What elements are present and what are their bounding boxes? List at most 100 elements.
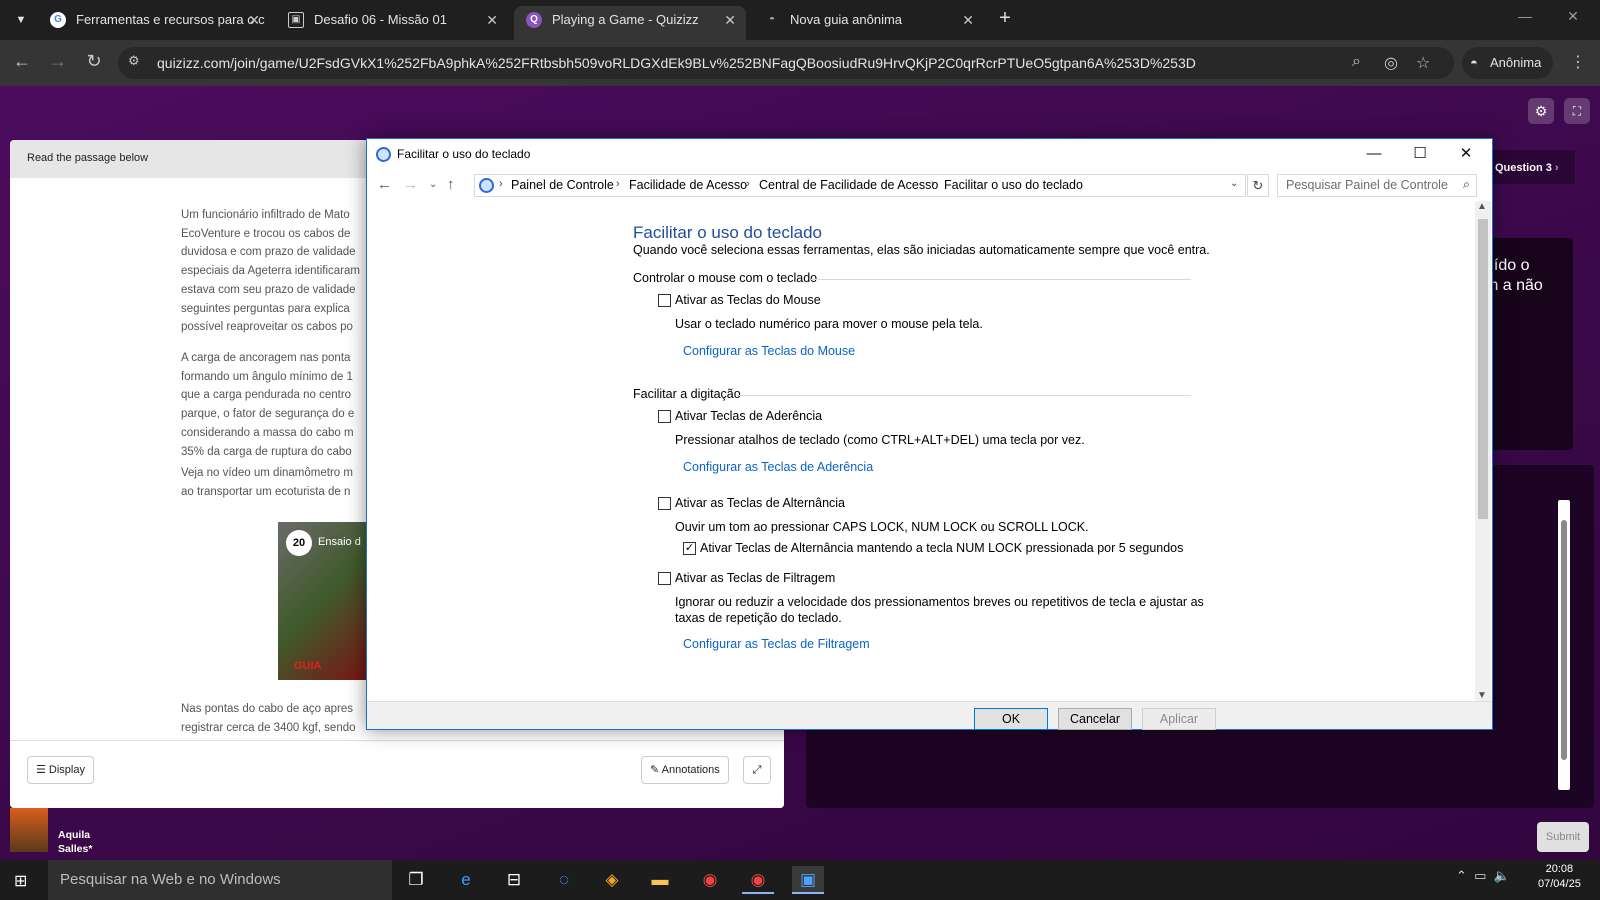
control-panel-icon[interactable]: ▣: [792, 866, 824, 894]
filter-keys-desc: Ignorar ou reduzir a velocidade dos pres…: [675, 595, 1204, 625]
toggle-keys-desc: Ouvir um tom ao pressionar CAPS LOCK, NU…: [675, 520, 1089, 534]
toggle-numlock-checkbox[interactable]: ✓ Ativar Teclas de Alternância mantendo a…: [683, 541, 1183, 555]
apply-button[interactable]: Aplicar: [1142, 708, 1216, 730]
tab-desafio[interactable]: ▣ Desafio 06 - Missão 01 ✕: [276, 6, 508, 40]
checkbox-box: [658, 294, 671, 307]
brave-icon[interactable]: ◈: [596, 866, 628, 894]
dialog-titlebar: Facilitar o uso do teclado — ☐ ✕: [367, 139, 1492, 169]
chrome-icon[interactable]: ◉: [694, 866, 726, 894]
annotations-button[interactable]: ✎ Annotations: [641, 756, 729, 784]
recent-locations-icon[interactable]: ⌄: [429, 179, 437, 190]
submit-button[interactable]: Submit: [1537, 822, 1589, 852]
breadcrumb-item[interactable]: Central de Facilidade de Acesso: [759, 178, 938, 192]
cancel-button[interactable]: Cancelar: [1058, 708, 1132, 730]
chevron-down-icon[interactable]: ⌄: [1230, 178, 1238, 189]
bookmark-star-icon[interactable]: ☆: [1416, 53, 1430, 73]
file-explorer-icon[interactable]: ▬: [644, 866, 676, 894]
sticky-keys-checkbox[interactable]: Ativar Teclas de Aderência: [658, 409, 822, 423]
group-mouse: Controlar o mouse com o teclado: [633, 271, 1191, 285]
scroll-up-icon[interactable]: ▲: [1477, 201, 1487, 212]
dialog-content: [367, 201, 1492, 701]
tab-incognito[interactable]: ◓ Nova guia anônima ✕: [752, 6, 984, 40]
mouse-keys-desc: Usar o teclado numérico para mover o mou…: [675, 317, 983, 331]
maximize-icon[interactable]: ☐: [1397, 141, 1443, 167]
breadcrumb-item[interactable]: Facilitar o uso do teclado: [944, 178, 1083, 192]
sticky-keys-link[interactable]: Configurar as Teclas de Aderência: [683, 460, 873, 474]
image-icon: ▣: [288, 12, 304, 28]
close-tab-icon[interactable]: ✕: [724, 6, 736, 34]
search-input[interactable]: Pesquisar Painel de Controle ⌕: [1277, 174, 1477, 197]
new-tab-button[interactable]: +: [992, 7, 1018, 30]
expand-icon[interactable]: ⤢: [743, 756, 771, 784]
back-icon[interactable]: ←: [10, 51, 34, 72]
display-button[interactable]: ☰ Display: [27, 756, 94, 784]
breadcrumb-item[interactable]: Painel de Controle: [511, 178, 614, 192]
back-icon[interactable]: ←: [377, 176, 392, 193]
ok-button[interactable]: OK: [974, 708, 1048, 730]
breadcrumb[interactable]: › Painel de Controle › Facilidade de Ace…: [474, 174, 1246, 197]
keyboard-ease-dialog: Facilitar o uso do teclado — ☐ ✕ ← → ⌄ ↑…: [366, 138, 1493, 730]
toggle-keys-checkbox[interactable]: Ativar as Teclas de Alternância: [658, 496, 845, 510]
close-tab-icon[interactable]: ✕: [486, 6, 498, 34]
url-text[interactable]: quizizz.com/join/game/U2FsdGVkX1%252FbA9…: [157, 55, 1196, 71]
forward-icon[interactable]: →: [403, 176, 418, 193]
store-icon[interactable]: ⊟: [498, 866, 530, 894]
passage-footer: ☰ Display ✎ Annotations ⤢: [10, 740, 784, 808]
minimize-window-icon[interactable]: —: [1510, 8, 1540, 24]
clock[interactable]: 20:08 07/04/25: [1538, 862, 1581, 892]
video-thumbnail[interactable]: 20 Ensaio d GUIA: [278, 522, 368, 680]
incognito-icon: ◓: [768, 14, 776, 25]
more-menu-icon[interactable]: ⋮: [1570, 52, 1586, 72]
chrome-active-icon[interactable]: ◉: [742, 866, 774, 894]
reload-icon[interactable]: ↻: [82, 51, 106, 72]
scroll-thumb[interactable]: [1478, 219, 1488, 519]
fullscreen-icon[interactable]: ⛶: [1564, 98, 1590, 124]
page-subtitle: Quando você seleciona essas ferramentas,…: [633, 243, 1210, 257]
close-tab-icon[interactable]: ✕: [962, 6, 974, 34]
control-panel-icon: [376, 147, 391, 162]
close-tab-icon[interactable]: ✕: [248, 6, 260, 34]
search-icon: ⌕: [1462, 177, 1470, 191]
incognito-profile-button[interactable]: ◓ Anônima: [1462, 47, 1554, 79]
checkbox-checked: ✓: [683, 542, 696, 555]
tab-search-icon[interactable]: ▼: [10, 9, 32, 31]
page-title: Facilitar o uso do teclado: [633, 223, 822, 242]
answer-scrollbar[interactable]: [1558, 500, 1570, 790]
close-window-icon[interactable]: ✕: [1558, 8, 1588, 25]
incognito-icon: ◓: [1470, 55, 1478, 70]
windows-start-icon[interactable]: ⊞: [14, 871, 27, 891]
google-icon: G: [50, 12, 66, 28]
tab-google[interactable]: G Ferramentas e recursos para o c ✕: [38, 6, 270, 40]
site-info-icon[interactable]: ⚙: [128, 53, 140, 69]
eye-off-icon[interactable]: ◎: [1384, 53, 1398, 73]
tab-quizizz[interactable]: Q Playing a Game - Quizizz ✕: [514, 6, 746, 40]
avatar: [10, 808, 48, 852]
chevron-right-icon[interactable]: ›: [1555, 162, 1559, 174]
settings-icon[interactable]: ⚙: [1528, 98, 1554, 124]
dialog-scrollbar[interactable]: ▲ ▼: [1475, 201, 1491, 701]
mouse-keys-checkbox[interactable]: Ativar as Teclas do Mouse: [658, 293, 821, 307]
minimize-icon[interactable]: —: [1351, 141, 1397, 167]
control-panel-icon: [479, 178, 494, 193]
channel-logo: 20: [286, 530, 312, 556]
quizizz-icon: Q: [526, 12, 542, 28]
refresh-icon[interactable]: ↻: [1247, 174, 1269, 197]
forward-icon[interactable]: →: [46, 51, 70, 72]
user-name: Aquila Salles*: [58, 829, 93, 855]
edge-icon[interactable]: e: [450, 866, 482, 894]
app-icon[interactable]: ◌: [548, 866, 580, 894]
sticky-keys-desc: Pressionar atalhos de teclado (como CTRL…: [675, 433, 1085, 447]
system-tray[interactable]: ⌃ ▭ 🔈: [1456, 868, 1510, 884]
scroll-down-icon[interactable]: ▼: [1477, 690, 1487, 701]
close-icon[interactable]: ✕: [1443, 141, 1489, 167]
breadcrumb-item[interactable]: Facilidade de Acesso: [629, 178, 747, 192]
taskbar-search[interactable]: Pesquisar na Web e no Windows: [48, 860, 392, 900]
task-view-icon[interactable]: ❐: [400, 866, 432, 894]
zoom-icon[interactable]: ⌕: [1352, 53, 1361, 71]
checkbox-box: [658, 497, 671, 510]
checkbox-box: [658, 572, 671, 585]
mouse-keys-link[interactable]: Configurar as Teclas do Mouse: [683, 344, 855, 358]
filter-keys-link[interactable]: Configurar as Teclas de Filtragem: [683, 637, 870, 651]
filter-keys-checkbox[interactable]: Ativar as Teclas de Filtragem: [658, 571, 835, 585]
up-icon[interactable]: ↑: [447, 176, 455, 193]
